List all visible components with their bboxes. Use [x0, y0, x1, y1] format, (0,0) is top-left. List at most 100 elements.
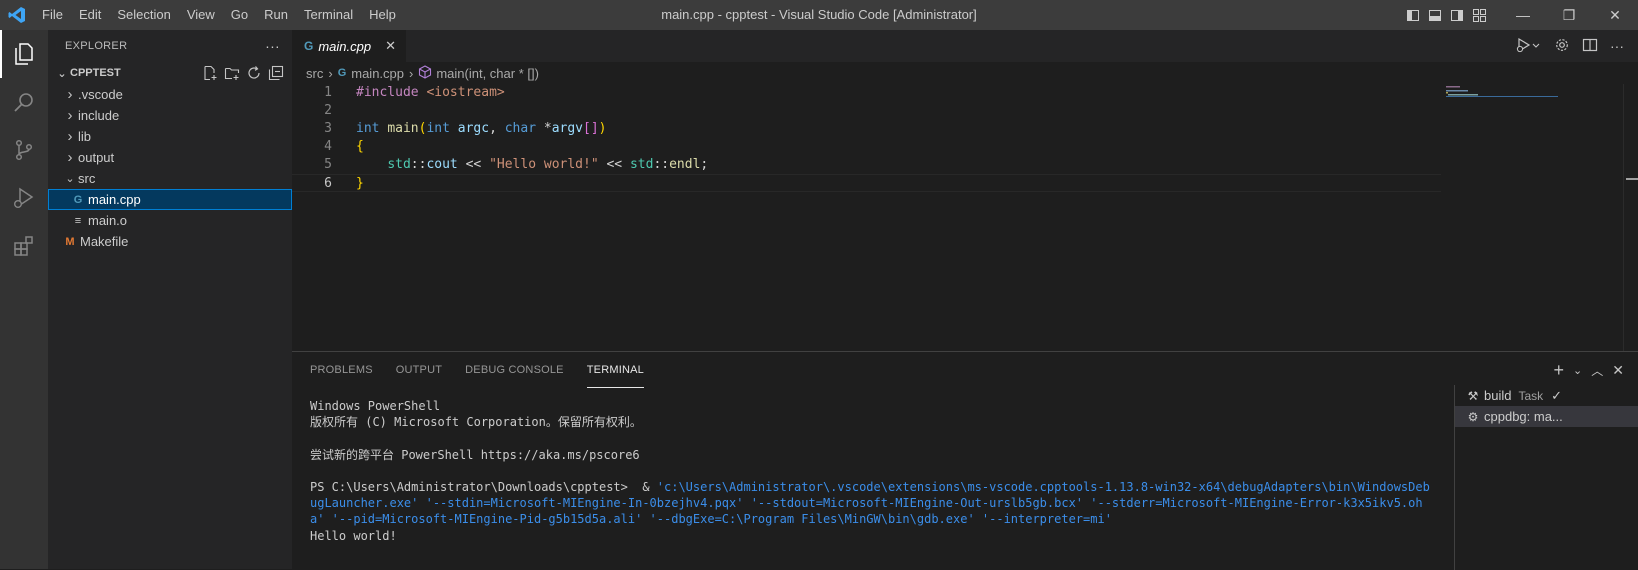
code-token: <<: [457, 157, 490, 172]
line-number: 3: [324, 121, 332, 136]
terminal-line: 版权所有 (C) Microsoft Corporation。保留所有权利。: [310, 414, 1435, 430]
breadcrumb: src › G main.cpp › main(int, char * []): [292, 62, 1638, 84]
split-editor-icon[interactable]: [1582, 37, 1598, 56]
menu-help[interactable]: Help: [361, 0, 404, 30]
menu-view[interactable]: View: [179, 0, 223, 30]
line-number: 2: [324, 103, 332, 118]
minimap[interactable]: [1446, 84, 1558, 114]
menu-edit[interactable]: Edit: [71, 0, 109, 30]
workspace-folder[interactable]: ⌄ CPPTEST: [48, 62, 292, 84]
folder-actions: [202, 65, 292, 81]
code-line[interactable]: 3 int main(int argc, char *argv[]): [292, 120, 1452, 138]
close-button[interactable]: ✕: [1592, 0, 1638, 30]
code-token: <iostream>: [426, 85, 505, 100]
menu-terminal[interactable]: Terminal: [296, 0, 361, 30]
extensions-icon[interactable]: [0, 222, 48, 270]
tree-item-label: main.cpp: [88, 192, 141, 207]
line-number: 1: [324, 85, 332, 100]
code-token: ::: [653, 157, 670, 172]
source-control-icon[interactable]: [0, 126, 48, 174]
terminal-label: build: [1484, 388, 1512, 403]
tree-item-main-cpp[interactable]: Gmain.cpp: [48, 189, 292, 210]
editor-scrollbar[interactable]: [1623, 84, 1638, 351]
menu-go[interactable]: Go: [223, 0, 256, 30]
tree-item-label: lib: [78, 129, 92, 144]
tab-debug-console[interactable]: DEBUG CONSOLE: [465, 352, 564, 388]
code-line[interactable]: 1 #include <iostream>: [292, 84, 1452, 102]
tree-item-makefile[interactable]: M Makefile: [48, 231, 292, 252]
tree-item-label: Makefile: [80, 234, 129, 249]
panel-tabs: PROBLEMS OUTPUT DEBUG CONSOLE TERMINAL: [292, 352, 1638, 388]
code-line[interactable]: 6}: [292, 174, 1441, 192]
toggle-primary-sidebar-icon[interactable]: [1402, 0, 1424, 30]
code-token: ;: [700, 157, 709, 172]
more-actions-icon[interactable]: ···: [265, 38, 280, 54]
code-token: #include: [356, 85, 427, 100]
tree-item-label: output: [78, 150, 115, 165]
tree-item-vscode[interactable]: › .vscode: [48, 84, 292, 105]
refresh-icon[interactable]: [246, 65, 262, 81]
file-tree: › .vscode › include › lib › output ⌄ src Gmain.cpp…: [48, 84, 292, 252]
menu-file[interactable]: File: [34, 0, 71, 30]
terminal-instance[interactable]: ⚒ build Task ✓: [1455, 385, 1638, 406]
menu-run[interactable]: Run: [256, 0, 296, 30]
maximize-panel-icon[interactable]: ︿: [1591, 362, 1603, 379]
new-file-icon[interactable]: [202, 65, 218, 81]
tree-item-include[interactable]: › include: [48, 105, 292, 126]
line-text: {: [356, 138, 364, 156]
tree-item-label: src: [78, 171, 96, 186]
code-line[interactable]: 2: [292, 102, 1452, 120]
run-debug-file-icon[interactable]: [1516, 37, 1542, 56]
run-debug-icon[interactable]: [0, 174, 48, 222]
tab-main-cpp[interactable]: G main.cpp ✕: [292, 30, 406, 62]
tab-output[interactable]: OUTPUT: [396, 352, 442, 388]
code-editor[interactable]: 1 #include <iostream> 2 3 int main(int argc,…: [292, 84, 1452, 192]
chevron-down-icon: ⌄: [57, 67, 67, 80]
terminal-text: Windows PowerShell: [310, 399, 441, 413]
tree-item-output[interactable]: › output: [48, 147, 292, 168]
explorer-sidebar: EXPLORER ··· ⌄ CPPTEST › .vscode › include ›…: [48, 30, 292, 569]
explorer-title: EXPLORER: [65, 40, 128, 52]
tab-close-icon[interactable]: ✕: [385, 38, 396, 54]
code-token: endl: [669, 157, 701, 172]
code-token: char: [504, 121, 537, 136]
minimize-button[interactable]: —: [1500, 0, 1546, 30]
breadcrumb-folder[interactable]: src: [306, 66, 323, 81]
collapse-all-icon[interactable]: [268, 65, 284, 81]
line-text: int main(int argc, char *argv[]): [356, 120, 607, 138]
toggle-secondary-sidebar-icon[interactable]: [1446, 0, 1468, 30]
tree-item-src[interactable]: ⌄ src: [48, 168, 292, 189]
menu-bar: File Edit Selection View Go Run Terminal Help: [34, 0, 404, 30]
tree-item-main-o[interactable]: ≡ main.o: [48, 210, 292, 231]
customize-layout-icon[interactable]: [1468, 0, 1490, 30]
explorer-icon[interactable]: [0, 30, 48, 78]
code-line[interactable]: 4{: [292, 138, 1452, 156]
tree-item-lib[interactable]: › lib: [48, 126, 292, 147]
breadcrumb-symbol[interactable]: main(int, char * []): [436, 66, 539, 81]
chevron-down-icon[interactable]: ⌄: [1573, 364, 1582, 377]
more-editor-actions-icon[interactable]: ···: [1610, 38, 1624, 54]
settings-gear-icon[interactable]: [1554, 37, 1570, 56]
terminal-instance[interactable]: ⚙ cppdbg: ma...: [1455, 406, 1638, 427]
tab-terminal[interactable]: TERMINAL: [586, 352, 644, 388]
new-folder-icon[interactable]: [224, 65, 240, 81]
code-line[interactable]: 5 std::cout << "Hello world!" << std::en…: [292, 156, 1452, 174]
search-icon[interactable]: [0, 78, 48, 126]
code-token: cout: [426, 157, 458, 172]
breadcrumb-separator-icon: ›: [409, 65, 414, 81]
tab-problems[interactable]: PROBLEMS: [310, 352, 373, 388]
toggle-panel-icon[interactable]: [1424, 0, 1446, 30]
breadcrumb-file[interactable]: main.cpp: [351, 66, 404, 81]
restore-button[interactable]: ❐: [1546, 0, 1592, 30]
new-terminal-icon[interactable]: +: [1554, 360, 1565, 381]
terminal-line: PS C:\Users\Administrator\Downloads\cppt…: [310, 479, 1435, 528]
editor-actions: ···: [1516, 30, 1638, 62]
close-panel-icon[interactable]: ✕: [1612, 362, 1624, 379]
terminal-text: 尝试新的跨平台 PowerShell https://aka.ms/pscore…: [310, 447, 640, 462]
text-file-icon: ≡: [74, 214, 82, 227]
menu-selection[interactable]: Selection: [109, 0, 178, 30]
terminal-output[interactable]: Windows PowerShell 版权所有 (C) Microsoft Cor…: [310, 398, 1435, 544]
code-token: argv: [551, 121, 584, 136]
